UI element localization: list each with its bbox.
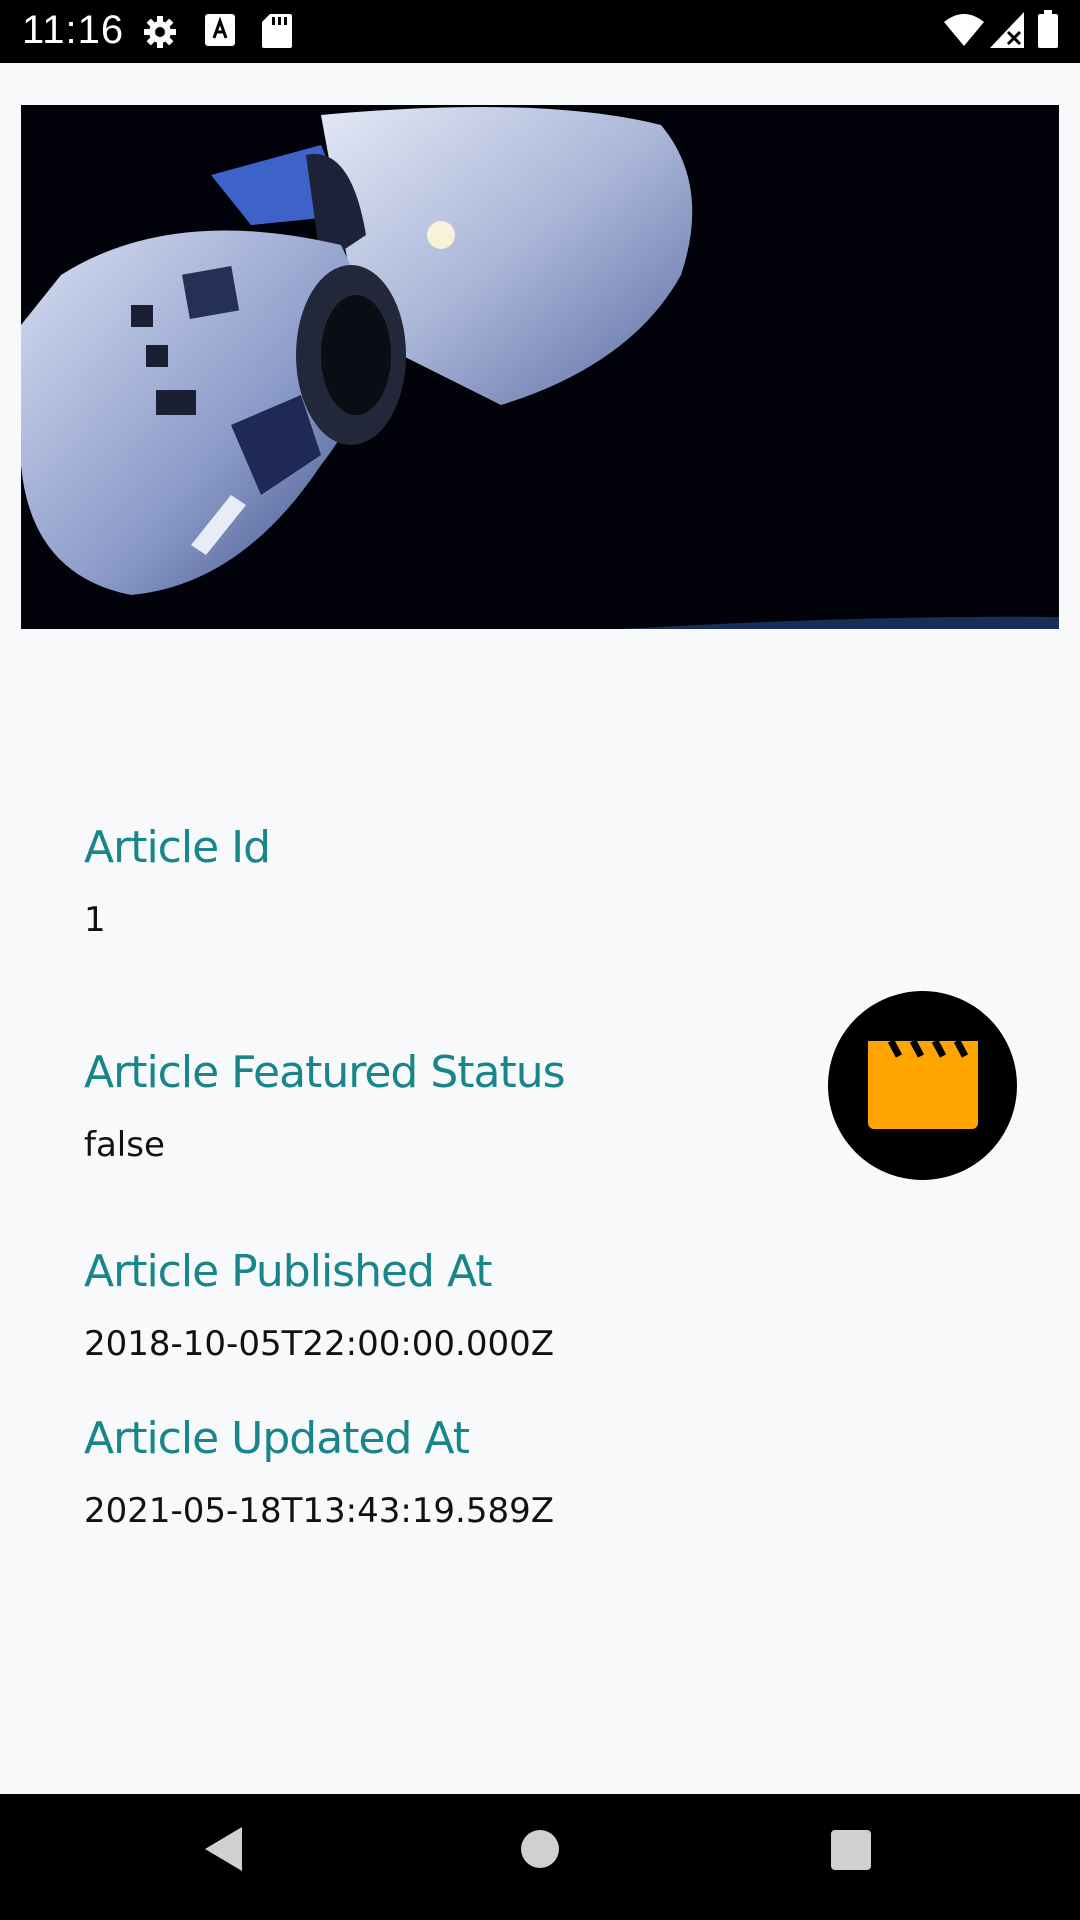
article-published-value: 2018-10-05T22:00:00.000Z: [84, 1324, 555, 1364]
sd-card-icon: [262, 14, 292, 53]
battery-icon: [1038, 10, 1058, 53]
back-icon[interactable]: [202, 1824, 248, 1879]
font-download-icon: [205, 14, 235, 51]
article-id-label: Article Id: [84, 822, 271, 873]
article-featured-value: false: [84, 1125, 165, 1165]
movie-clapperboard-icon: [868, 1039, 978, 1129]
recents-icon[interactable]: [830, 1829, 872, 1876]
settings-icon: [142, 14, 178, 55]
home-icon[interactable]: [519, 1828, 561, 1875]
article-id-value: 1: [84, 900, 106, 940]
article-updated-value: 2021-05-18T13:43:19.589Z: [84, 1491, 555, 1531]
status-time: 11:16: [22, 8, 125, 52]
spacecraft-photo: [21, 105, 1059, 629]
status-bar: 11:16: [0, 0, 1080, 63]
video-fab-button[interactable]: [828, 991, 1017, 1180]
article-published-label: Article Published At: [84, 1246, 493, 1297]
navigation-bar: [0, 1794, 1080, 1920]
hero-image: [21, 105, 1059, 629]
wifi-icon: [944, 12, 984, 51]
signal-no-data-icon: [990, 12, 1024, 53]
article-updated-label: Article Updated At: [84, 1413, 470, 1464]
article-featured-label: Article Featured Status: [84, 1047, 566, 1098]
